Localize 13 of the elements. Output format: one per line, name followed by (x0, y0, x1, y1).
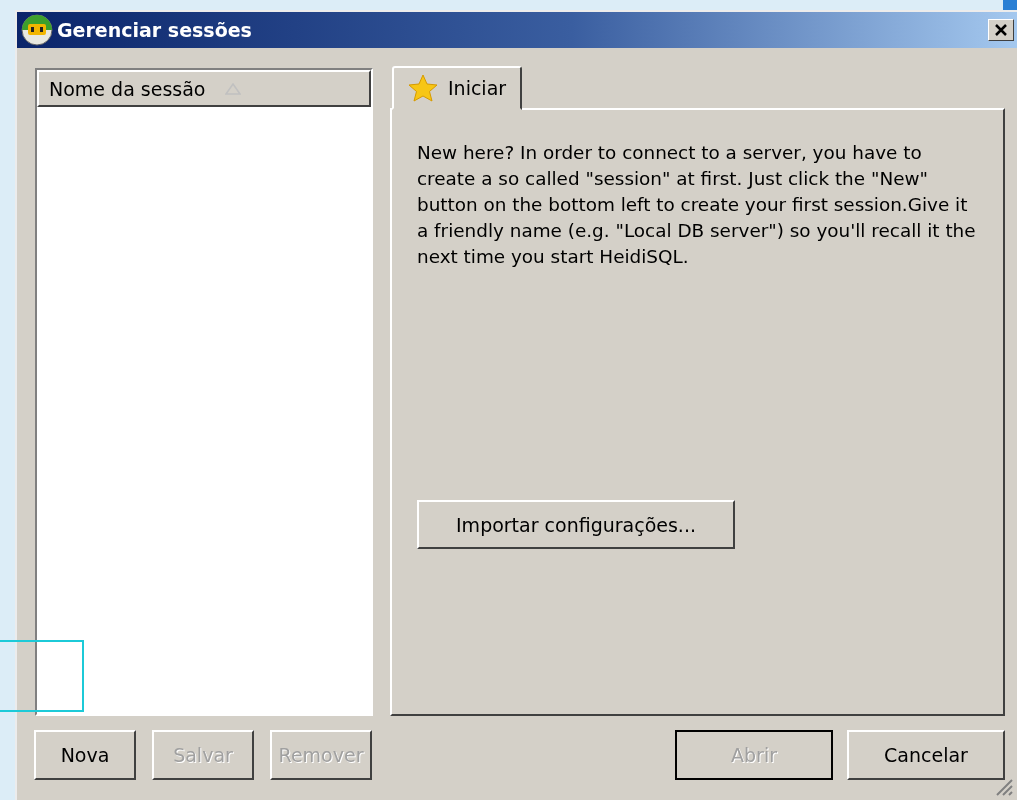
star-icon (408, 74, 438, 102)
column-label: Nome da sessão (49, 77, 206, 100)
import-button[interactable]: Importar configurações... (417, 500, 735, 549)
close-icon (994, 24, 1008, 36)
dialog-button[interactable]: Cancelar (847, 730, 1005, 780)
intro-paragraph: New here? In order to connect to a server, you have to create a so called "session" at first. Just click the "New" button on the bottom left to create your first session.Give it a friendly name (e.g. "Local DB server") so you'll recall it the next time you start HeidiSQL. (417, 141, 977, 269)
app-logo-icon (20, 13, 54, 47)
tab[interactable]: Iniciar (392, 66, 523, 110)
close-button[interactable] (988, 19, 1014, 41)
session-list[interactable]: Nome da sessão (35, 68, 373, 716)
window-title: Gerenciar sessões (57, 19, 252, 41)
column-header[interactable]: Nome da sessão (37, 70, 371, 107)
action-button[interactable]: Nova (34, 730, 136, 780)
